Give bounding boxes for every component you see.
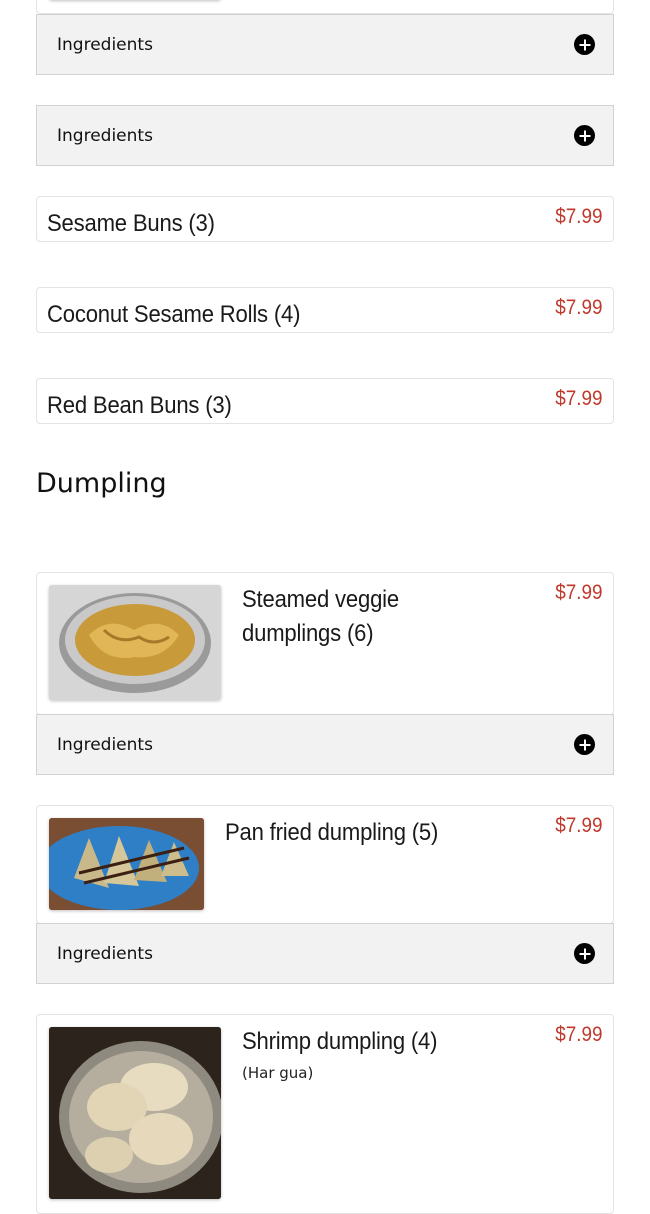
item-name: Shrimp dumpling (4) (242, 1028, 438, 1055)
item-price: $7.99 (555, 581, 603, 604)
ingredients-label: Ingredients (57, 943, 153, 964)
item-name: Pan fried dumpling (5) (225, 819, 439, 846)
pan-fried-dumplings-photo[interactable] (49, 818, 204, 910)
item-name: Sesame Buns (3) (47, 210, 215, 237)
menu-item-card[interactable]: Shrimp dumpling (4) (Har gua) $7.99 (36, 1014, 614, 1214)
item-price: $7.99 (555, 296, 603, 319)
menu-item-card[interactable]: Steamed veggie dumplings (6) $7.99 (36, 572, 614, 715)
item-price: $7.99 (555, 205, 603, 228)
ingredients-toggle[interactable]: Ingredients (36, 714, 614, 775)
menu-item-card[interactable]: Pan fried dumpling (5) $7.99 (36, 805, 614, 924)
menu-item-card-partial (36, 0, 614, 14)
plus-circle-icon (574, 943, 595, 964)
ingredients-toggle[interactable]: Ingredients (36, 105, 614, 166)
ingredients-toggle[interactable]: Ingredients (36, 923, 614, 984)
plus-circle-icon (574, 734, 595, 755)
menu-item-card[interactable]: Coconut Sesame Rolls (4) $7.99 (36, 287, 614, 333)
menu-item-card[interactable]: Red Bean Buns (3) $7.99 (36, 378, 614, 424)
item-price: $7.99 (555, 814, 603, 837)
section-title: Dumpling (36, 468, 167, 499)
item-name: Red Bean Buns (3) (47, 392, 232, 419)
ingredients-label: Ingredients (57, 34, 153, 55)
menu-item-card[interactable]: Sesame Buns (3) $7.99 (36, 196, 614, 242)
veggie-dumplings-photo[interactable] (49, 585, 221, 700)
ingredients-label: Ingredients (57, 734, 153, 755)
item-price: $7.99 (555, 387, 603, 410)
ingredients-label: Ingredients (57, 125, 153, 146)
item-subtitle: (Har gua) (242, 1064, 314, 1082)
item-name: Coconut Sesame Rolls (4) (47, 301, 301, 328)
shrimp-dumplings-photo[interactable] (49, 1027, 221, 1199)
item-name-line2: dumplings (6) (242, 620, 374, 647)
item-price: $7.99 (555, 1023, 603, 1046)
ingredients-toggle[interactable]: Ingredients (36, 14, 614, 75)
item-name-line1: Steamed veggie (242, 586, 400, 613)
plus-circle-icon (574, 125, 595, 146)
plus-circle-icon (574, 34, 595, 55)
